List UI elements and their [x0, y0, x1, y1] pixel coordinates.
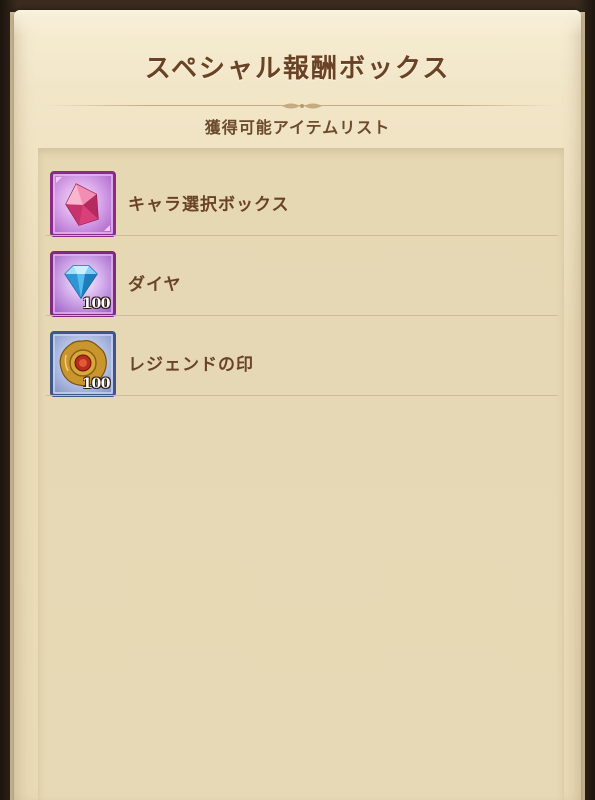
reward-dialog-screen: スペシャル報酬ボックス 獲得可能アイテムリスト キャラ選択ボックス 100 ダイ… [0, 0, 595, 800]
item-label: ダイヤ [128, 275, 182, 295]
ornament-icon [281, 103, 322, 109]
list-item[interactable]: 100 レジェンドの印 [46, 316, 558, 397]
item-label: レジェンドの印 [128, 355, 254, 375]
list-item[interactable]: キャラ選択ボックス [46, 156, 558, 237]
list-item[interactable]: 100 ダイヤ [46, 236, 558, 317]
diamond-gem-icon: 100 [50, 251, 116, 317]
pink-crystal-icon [50, 171, 116, 237]
gold-seal-icon: 100 [50, 331, 116, 397]
dialog-title: スペシャル報酬ボックス [144, 54, 451, 84]
title-divider [46, 101, 557, 111]
item-list-subtitle: 獲得可能アイテムリスト [204, 118, 391, 137]
item-quantity: 100 [82, 296, 110, 312]
item-quantity: 100 [82, 376, 110, 392]
item-list[interactable]: キャラ選択ボックス 100 ダイヤ 100 レジェンドの印 [38, 148, 564, 800]
item-label: キャラ選択ボックス [128, 195, 290, 215]
row-divider [46, 395, 558, 396]
